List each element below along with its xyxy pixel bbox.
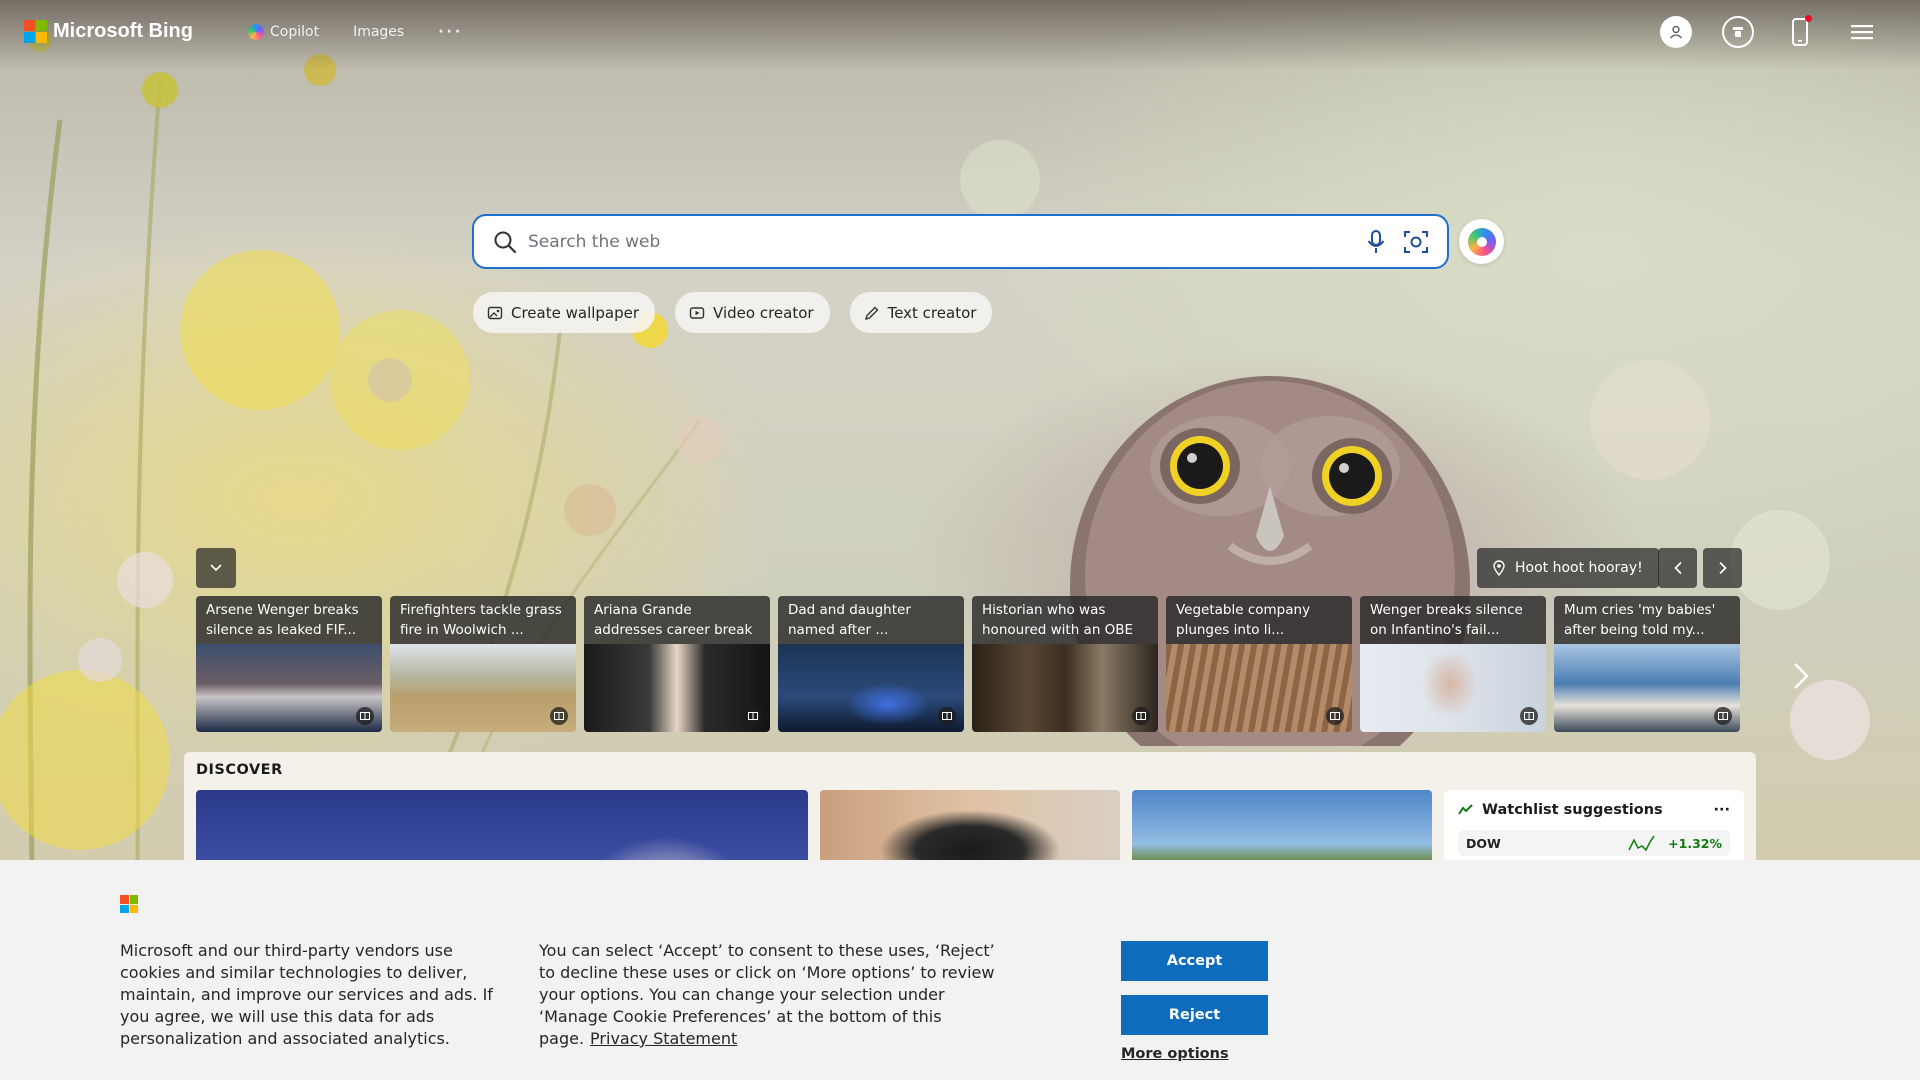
stock-chart-icon	[1458, 804, 1473, 815]
news-card-image	[390, 644, 576, 732]
sparkline-icon	[1628, 835, 1655, 852]
header-actions	[1658, 14, 1880, 50]
read-icon	[744, 707, 762, 725]
news-card-title: Arsene Wenger breaks silence as leaked F…	[196, 596, 382, 644]
next-image-button[interactable]	[1703, 548, 1742, 588]
news-card-title: Wenger breaks silence on Infantino's fai…	[1360, 596, 1546, 644]
carousel-next-button[interactable]	[1786, 656, 1816, 696]
news-carousel: Arsene Wenger breaks silence as leaked F…	[196, 596, 1740, 732]
read-icon	[356, 707, 374, 725]
copilot-icon	[248, 24, 264, 40]
image-location-label: Hoot hoot hooray!	[1515, 560, 1643, 576]
search-tools	[1363, 229, 1429, 255]
stock-symbol: DOW	[1466, 835, 1501, 851]
rewards-button[interactable]	[1720, 14, 1756, 50]
news-card-image	[196, 644, 382, 732]
news-card[interactable]: Vegetable company plunges into li...	[1166, 596, 1352, 732]
watchlist-header: Watchlist suggestions ···	[1458, 802, 1730, 818]
top-nav: Copilot Images ···	[248, 24, 463, 40]
microsoft-logo-icon	[24, 20, 47, 43]
search-icon	[492, 229, 518, 255]
read-icon	[1520, 707, 1538, 725]
news-card[interactable]: Historian who was honoured with an OBE .…	[972, 596, 1158, 732]
pen-icon	[864, 306, 879, 320]
cookie-text-options: You can select ‘Accept’ to consent to th…	[539, 940, 999, 1050]
video-icon	[689, 306, 705, 319]
mobile-app-button[interactable]	[1782, 14, 1818, 50]
chevron-left-icon	[1673, 561, 1682, 575]
news-card-title: Firefighters tackle grass fire in Woolwi…	[390, 596, 576, 644]
logo-text: Microsoft Bing	[53, 20, 193, 42]
news-card[interactable]: Arsene Wenger breaks silence as leaked F…	[196, 596, 382, 732]
news-card-title: Mum cries 'my babies' after being told m…	[1554, 596, 1740, 644]
watchlist-title: Watchlist suggestions	[1482, 802, 1663, 818]
cookie-banner: Microsoft and our third-party vendors us…	[0, 860, 1920, 1080]
accept-button[interactable]: Accept	[1121, 941, 1268, 981]
news-card-title: Dad and daughter named after ...	[778, 596, 964, 644]
avatar-icon	[1660, 16, 1692, 48]
sign-in-button[interactable]	[1658, 14, 1694, 50]
chip-label: Video creator	[713, 303, 814, 322]
reject-button[interactable]: Reject	[1121, 995, 1268, 1035]
copilot-button[interactable]	[1459, 219, 1504, 264]
read-icon	[1714, 707, 1732, 725]
previous-image-button[interactable]	[1658, 548, 1697, 588]
chevron-right-icon	[1718, 561, 1727, 575]
news-card-title: Ariana Grande addresses career break ...	[584, 596, 770, 658]
news-card-title: Historian who was honoured with an OBE .…	[972, 596, 1158, 658]
chip-label: Text creator	[887, 303, 977, 322]
news-card-image	[1554, 644, 1740, 732]
visual-search-icon[interactable]	[1403, 229, 1429, 255]
nav-more-button[interactable]: ···	[438, 24, 463, 40]
chip-label: Create wallpaper	[511, 303, 640, 322]
news-card-image	[584, 644, 770, 732]
news-card-image	[1166, 644, 1352, 732]
read-icon	[938, 707, 956, 725]
news-card[interactable]: Mum cries 'my babies' after being told m…	[1554, 596, 1740, 732]
collapse-button[interactable]	[196, 548, 236, 588]
news-card-title: Vegetable company plunges into li...	[1166, 596, 1352, 644]
chip-video-creator[interactable]: Video creator	[675, 292, 830, 333]
stock-change: +1.32%	[1668, 835, 1722, 851]
microsoft-logo-icon	[120, 895, 138, 913]
search-input[interactable]	[528, 231, 1363, 252]
nav-copilot-label: Copilot	[270, 24, 320, 40]
cookie-text-usage: Microsoft and our third-party vendors us…	[120, 941, 493, 1048]
read-icon	[1132, 707, 1150, 725]
chip-text-creator[interactable]: Text creator	[849, 292, 993, 333]
voice-search-icon[interactable]	[1363, 229, 1389, 255]
watchlist-more-button[interactable]: ···	[1713, 802, 1730, 818]
discover-label: DISCOVER	[196, 762, 283, 778]
location-pin-icon	[1493, 560, 1505, 576]
rewards-icon	[1722, 16, 1754, 48]
news-card-image	[972, 644, 1158, 732]
news-card[interactable]: Ariana Grande addresses career break ...	[584, 596, 770, 732]
more-options-link[interactable]: More options	[1121, 1046, 1229, 1062]
watchlist-row[interactable]: DOW +1.32%	[1458, 830, 1730, 856]
news-card-image	[778, 644, 964, 732]
copilot-logo-icon	[1467, 227, 1496, 256]
search-box	[472, 214, 1449, 269]
chevron-right-icon	[1794, 663, 1809, 689]
creator-chips: Create wallpaper Video creator Text crea…	[473, 292, 993, 333]
notification-dot	[1805, 15, 1812, 22]
image-location-button[interactable]: Hoot hoot hooray!	[1477, 548, 1659, 588]
wallpaper-icon	[487, 306, 503, 319]
news-card[interactable]: Dad and daughter named after ...	[778, 596, 964, 732]
menu-button[interactable]	[1844, 14, 1880, 50]
chip-create-wallpaper[interactable]: Create wallpaper	[473, 292, 656, 333]
nav-images[interactable]: Images	[353, 24, 404, 40]
nav-copilot[interactable]: Copilot	[248, 24, 319, 40]
news-card[interactable]: Firefighters tackle grass fire in Woolwi…	[390, 596, 576, 732]
privacy-statement-link[interactable]: Privacy Statement	[590, 1029, 737, 1048]
hamburger-icon	[1851, 25, 1873, 40]
chevron-down-icon	[210, 564, 222, 572]
read-icon	[1326, 707, 1344, 725]
nav-images-label: Images	[353, 24, 405, 40]
news-card[interactable]: Wenger breaks silence on Infantino's fai…	[1360, 596, 1546, 732]
nav-more-label: ···	[438, 24, 464, 40]
news-card-image	[1360, 644, 1546, 732]
read-icon	[550, 707, 568, 725]
bing-logo[interactable]: Microsoft Bing	[24, 20, 193, 43]
